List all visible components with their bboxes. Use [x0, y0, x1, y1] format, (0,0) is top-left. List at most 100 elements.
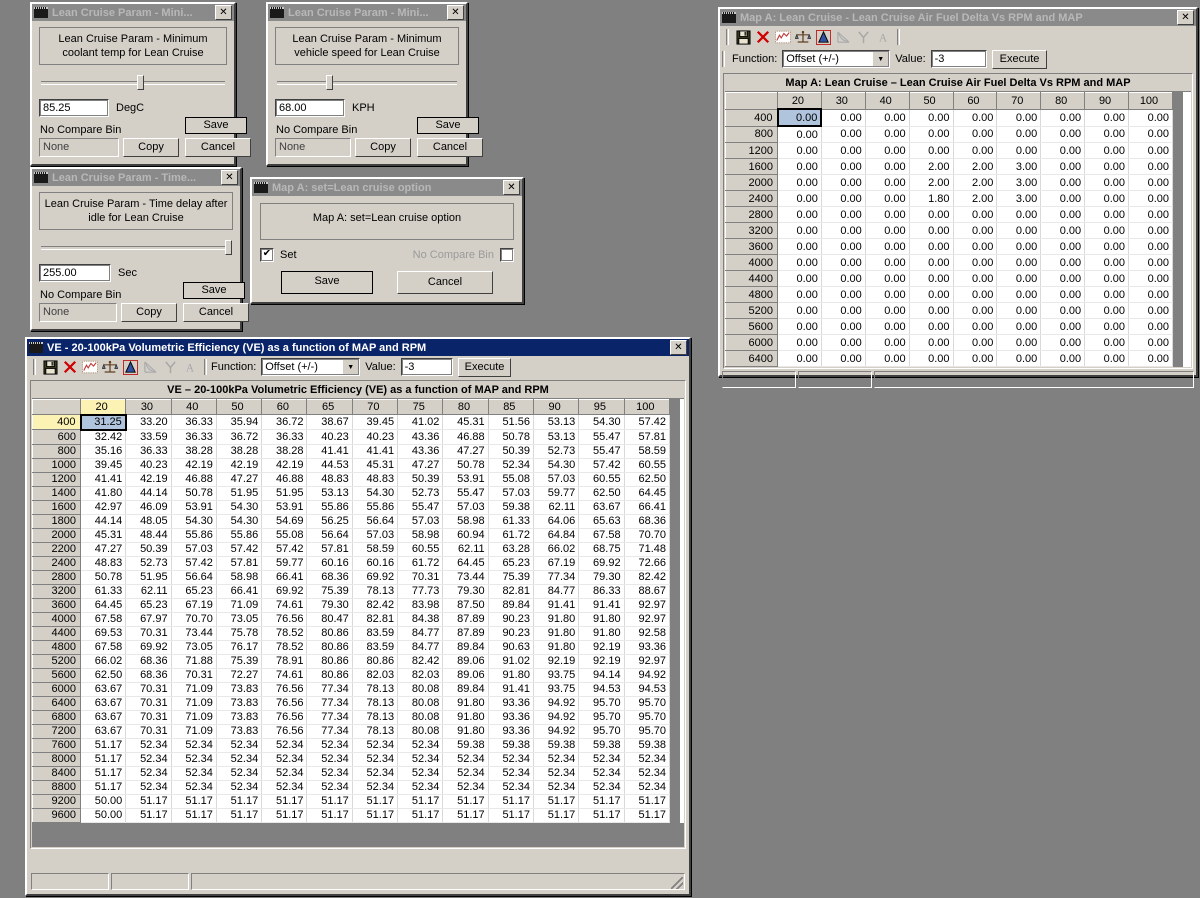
grid-cell[interactable]: 0.00: [952, 142, 998, 159]
grid-column-header[interactable]: 65: [306, 399, 353, 415]
grid-cell[interactable]: 42.19: [170, 457, 217, 473]
grid-cell[interactable]: 59.38: [623, 737, 671, 753]
grid-cell[interactable]: 38.28: [170, 443, 217, 459]
grid-cell[interactable]: 54.30: [170, 513, 217, 529]
grid-cell[interactable]: 53.13: [532, 429, 580, 445]
grid-cell[interactable]: 0.00: [952, 286, 998, 303]
grid-cell[interactable]: 82.42: [351, 597, 399, 613]
grid-cell[interactable]: 51.17: [79, 737, 127, 753]
grid-cell[interactable]: 0.00: [952, 350, 998, 367]
grid-cell[interactable]: 59.38: [487, 737, 534, 753]
grid-cell[interactable]: 92.97: [623, 597, 671, 613]
grid-cell[interactable]: 0.00: [952, 222, 998, 239]
grid-cell[interactable]: 51.56: [487, 414, 534, 430]
grid-cell[interactable]: 89.06: [442, 653, 489, 669]
grid-cell[interactable]: 52.34: [351, 765, 399, 781]
grid-cell[interactable]: 77.73: [397, 583, 444, 599]
grid-row-header[interactable]: 4800: [32, 639, 81, 655]
grid-cell[interactable]: 0.00: [777, 238, 822, 255]
grid-cell[interactable]: 94.14: [578, 667, 625, 683]
grid-cell[interactable]: 53.91: [261, 499, 308, 515]
grid-cell[interactable]: 0.00: [952, 254, 998, 271]
font-icon[interactable]: A: [873, 28, 893, 46]
grid-cell[interactable]: 0.00: [996, 238, 1042, 255]
grid-cell[interactable]: 89.84: [487, 597, 534, 613]
grid-cell[interactable]: 52.73: [125, 555, 172, 571]
grid-cell[interactable]: 36.33: [170, 429, 217, 445]
grid-cell[interactable]: 0.00: [820, 238, 866, 255]
grid-cell[interactable]: 0.00: [952, 302, 998, 319]
grid-cell[interactable]: 62.50: [79, 667, 127, 683]
save-icon[interactable]: [40, 358, 60, 376]
decay-icon[interactable]: [833, 28, 853, 46]
grid-column-header[interactable]: 100: [623, 399, 671, 415]
grid-cell[interactable]: 82.03: [351, 667, 399, 683]
grid-cell[interactable]: 66.02: [79, 653, 127, 669]
grid-cell[interactable]: 67.58: [79, 639, 127, 655]
grid-cell[interactable]: 91.80: [442, 709, 489, 725]
grid-cell[interactable]: 60.55: [578, 471, 625, 487]
slider-thumb[interactable]: [225, 240, 233, 255]
grid-cell[interactable]: 94.53: [578, 681, 625, 697]
grid-cell[interactable]: 60.55: [397, 541, 444, 557]
grid-cell[interactable]: 0.00: [1128, 286, 1173, 303]
grid-cell[interactable]: 31.25: [79, 413, 127, 431]
grid-cell[interactable]: 52.34: [261, 765, 308, 781]
grid-cell[interactable]: 66.41: [215, 583, 263, 599]
grid-row-header[interactable]: 1600: [32, 499, 81, 515]
grid-cell[interactable]: 91.80: [532, 625, 580, 641]
grid-cell[interactable]: 55.86: [351, 499, 399, 515]
grid-cell[interactable]: 78.13: [351, 709, 399, 725]
grid-cell[interactable]: 89.06: [442, 667, 489, 683]
grid-cell[interactable]: 0.00: [820, 270, 866, 287]
grid-cell[interactable]: 0.00: [864, 158, 910, 175]
grid-cell[interactable]: 73.83: [215, 709, 263, 725]
grid-cell[interactable]: 0.00: [777, 125, 822, 143]
grid-cell[interactable]: 92.97: [623, 653, 671, 669]
grid-cell[interactable]: 63.67: [79, 723, 127, 739]
grid-cell[interactable]: 0.00: [777, 142, 822, 159]
grid-cell[interactable]: 51.17: [623, 793, 671, 809]
grid-column-header[interactable]: 20: [79, 399, 127, 415]
grid-cell[interactable]: 0.00: [777, 222, 822, 239]
grid-cell[interactable]: 52.34: [623, 751, 671, 767]
grid-cell[interactable]: 0.00: [952, 334, 998, 351]
grid-cell[interactable]: 0.00: [777, 254, 822, 271]
grid-cell[interactable]: 87.89: [442, 611, 489, 627]
grid-cell[interactable]: 61.72: [487, 527, 534, 543]
grid-cell[interactable]: 40.23: [306, 429, 353, 445]
grid-cell[interactable]: 0.00: [1128, 270, 1173, 287]
save-icon[interactable]: [733, 28, 753, 46]
grid-row-header[interactable]: 400: [725, 108, 778, 127]
grid-cell[interactable]: 51.17: [261, 807, 308, 823]
grid-cell[interactable]: 0.00: [1128, 190, 1173, 207]
grid-cell[interactable]: 0.00: [1040, 174, 1086, 191]
grid-cell[interactable]: 58.59: [351, 541, 399, 557]
grid-cell[interactable]: 93.36: [487, 723, 534, 739]
grid-cell[interactable]: 60.55: [623, 457, 671, 473]
grid-column-header[interactable]: 30: [125, 399, 172, 415]
grid-cell[interactable]: 51.17: [487, 807, 534, 823]
grid-cell[interactable]: 58.59: [623, 443, 671, 459]
grid-cell[interactable]: 54.30: [532, 457, 580, 473]
grid-cell[interactable]: 95.70: [578, 695, 625, 711]
cancel-button[interactable]: Cancel: [185, 138, 251, 157]
grid-cell[interactable]: 42.19: [215, 457, 263, 473]
grid-cell[interactable]: 0.00: [820, 190, 866, 207]
grid-cell[interactable]: 65.63: [578, 513, 625, 529]
grid-cell[interactable]: 0.00: [908, 286, 954, 303]
grid-cell[interactable]: 0.00: [777, 190, 822, 207]
titlebar[interactable]: Map A: Lean Cruise - Lean Cruise Air Fue…: [720, 9, 1196, 26]
grid-cell[interactable]: 38.28: [261, 443, 308, 459]
grid-cell[interactable]: 95.70: [623, 709, 671, 725]
grid-cell[interactable]: 0.00: [908, 108, 954, 127]
grid-cell[interactable]: 52.34: [487, 779, 534, 795]
grid-cell[interactable]: 55.08: [261, 527, 308, 543]
grid-cell[interactable]: 0.00: [908, 222, 954, 239]
decay-icon[interactable]: [140, 358, 160, 376]
grid-cell[interactable]: 0.00: [864, 254, 910, 271]
grid-cell[interactable]: 43.36: [397, 443, 444, 459]
grid-cell[interactable]: 0.00: [820, 174, 866, 191]
grid-cell[interactable]: 56.64: [306, 527, 353, 543]
grid-cell[interactable]: 76.56: [261, 695, 308, 711]
